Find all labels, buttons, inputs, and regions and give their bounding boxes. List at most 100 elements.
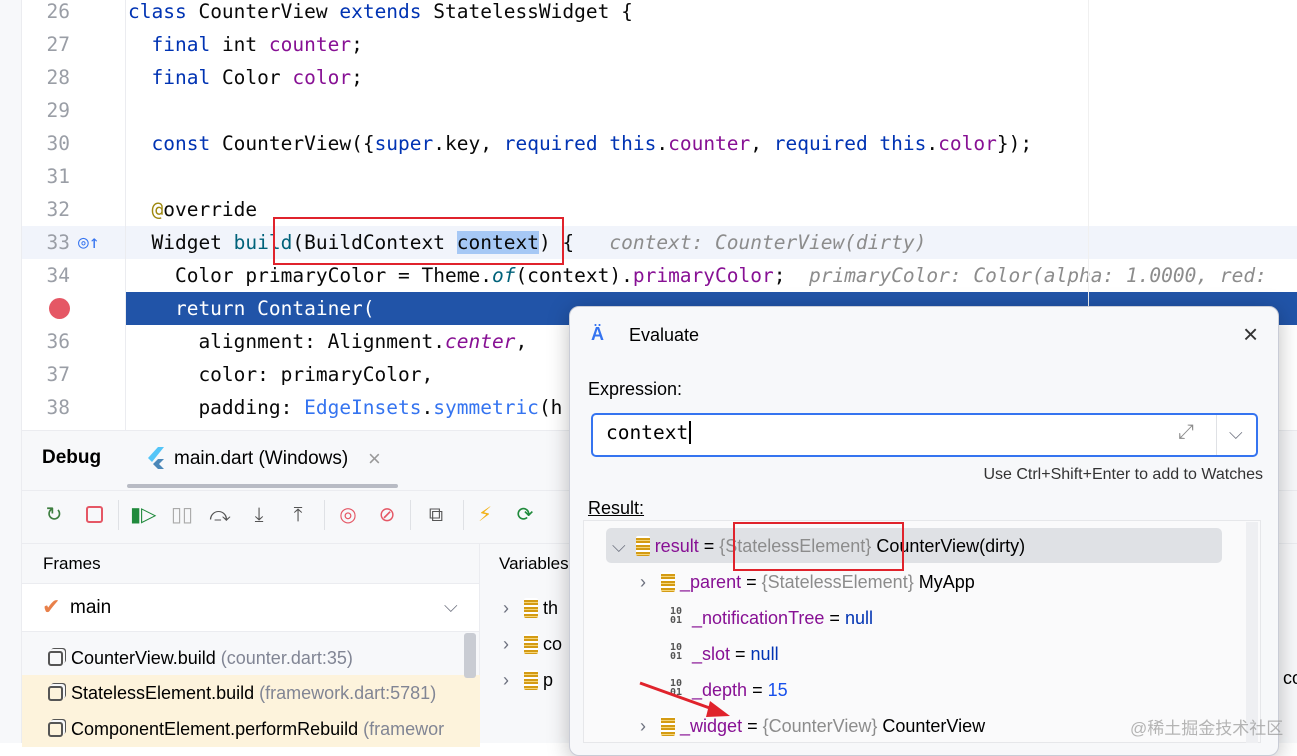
- left-tool-strip: [0, 0, 22, 743]
- annotation-box-build-signature: [273, 217, 564, 265]
- check-icon: ✔: [42, 594, 61, 619]
- pause-icon[interactable]: ▯▯: [170, 503, 194, 527]
- evaluate-icon: Ä: [591, 324, 604, 344]
- code-token: color: primaryColor,: [128, 363, 434, 386]
- dialog-title: Evaluate: [629, 325, 700, 345]
- code-token: class: [128, 0, 199, 23]
- variable-item[interactable]: › co: [503, 626, 562, 662]
- frames-scrollbar[interactable]: [464, 633, 476, 678]
- field-name: _notificationTree: [692, 608, 825, 628]
- close-icon[interactable]: ×: [1243, 319, 1258, 350]
- step-out-icon[interactable]: ⤒: [286, 503, 310, 527]
- line-number: 37: [46, 363, 70, 386]
- chevron-right-icon[interactable]: ›: [503, 598, 509, 618]
- field-name: _parent: [680, 572, 742, 592]
- code-line[interactable]: 28 final Color color;: [22, 61, 1297, 94]
- tree-item-slot[interactable]: 10 01 _slot = null: [670, 636, 779, 672]
- hot-reload-icon[interactable]: ⚡: [473, 503, 497, 527]
- code-line[interactable]: 31: [22, 160, 1297, 193]
- watermark: @稀土掘金技术社区: [1130, 719, 1284, 738]
- field-value: null: [750, 644, 779, 664]
- chevron-right-icon[interactable]: ›: [503, 670, 509, 690]
- thread-name: main: [70, 597, 112, 618]
- field-value: 15: [767, 680, 788, 700]
- frames-header: Frames: [43, 554, 101, 573]
- close-tab-icon[interactable]: ×: [368, 446, 381, 472]
- divider: [463, 500, 464, 530]
- field-value: MyApp: [918, 572, 975, 592]
- code-text: alignment: Alignment.center,: [128, 325, 527, 358]
- view-breakpoints-icon[interactable]: ◎: [336, 503, 360, 527]
- code-token: CounterView({: [221, 132, 375, 155]
- code-token: extends: [339, 0, 434, 23]
- drop-frame-icon[interactable]: ⧉: [424, 503, 448, 527]
- debug-tab-main-dart[interactable]: main.dart (Windows): [174, 448, 348, 470]
- variable-name: co: [543, 634, 563, 654]
- debug-title: Debug: [42, 447, 102, 468]
- frame-item[interactable]: StatelessElement.build (framework.dart:5…: [22, 675, 480, 711]
- code-token: int: [221, 33, 269, 56]
- frame-item[interactable]: CounterView.build (counter.dart:35): [22, 640, 480, 676]
- code-token: context: CounterView(dirty): [609, 231, 927, 254]
- frame-item[interactable]: ComponentElement.performRebuild (framewo…: [22, 711, 480, 747]
- code-token: const: [151, 132, 222, 155]
- code-line[interactable]: 34 Color primaryColor = Theme.of(context…: [22, 259, 1297, 292]
- annotation-arrow: [639, 681, 730, 717]
- step-over-icon[interactable]: ⤼: [208, 503, 232, 527]
- flutter-icon: [146, 446, 166, 470]
- code-token: ,: [750, 132, 774, 155]
- code-token: ,: [515, 330, 528, 353]
- code-line[interactable]: 29: [22, 94, 1297, 127]
- code-token: Widget: [128, 231, 234, 254]
- code-token: ;: [773, 264, 809, 287]
- resume-icon[interactable]: ▮▷: [130, 503, 156, 527]
- code-token: CounterView: [198, 0, 340, 23]
- divider: [118, 500, 119, 530]
- line-number: 28: [46, 66, 70, 89]
- code-line[interactable]: 27 final int counter;: [22, 28, 1297, 61]
- result-name: result: [654, 536, 699, 556]
- line-number: 38: [46, 396, 70, 419]
- history-dropdown-icon[interactable]: ⌵: [1229, 423, 1243, 444]
- hot-restart-icon[interactable]: ⟳: [513, 503, 537, 527]
- tree-item-notification-tree[interactable]: 10 01 _notificationTree = null: [670, 600, 873, 636]
- code-token: .key,: [433, 132, 504, 155]
- stop-icon[interactable]: [82, 503, 106, 527]
- line-number: 30: [46, 132, 70, 155]
- code-token: Color primaryColor = Theme.: [128, 264, 492, 287]
- divider: [410, 500, 411, 530]
- code-token: super: [374, 132, 434, 155]
- result-label: Result:: [588, 498, 645, 518]
- frame-location: (framewor: [363, 719, 445, 739]
- mute-breakpoints-icon[interactable]: ⊘: [375, 503, 399, 527]
- tab-scrollbar[interactable]: [127, 484, 398, 488]
- code-line[interactable]: 33 ◎↑ Widget build(BuildContext context) …: [22, 226, 1297, 259]
- rerun-debug-icon[interactable]: ↻: [42, 503, 66, 527]
- code-token: override: [163, 198, 258, 221]
- code-line[interactable]: 32 @override: [22, 193, 1297, 226]
- expression-label: Expression:: [588, 379, 683, 399]
- expression-value: context: [606, 421, 692, 444]
- code-token: @: [151, 198, 164, 221]
- chevron-right-icon[interactable]: ›: [640, 572, 646, 592]
- override-method-icon[interactable]: ◎↑: [78, 226, 100, 259]
- variable-item[interactable]: › p: [503, 662, 553, 698]
- code-token: alignment: Alignment.: [128, 330, 445, 353]
- expand-icon[interactable]: ⤢: [1178, 421, 1194, 444]
- line-number: 33: [46, 231, 70, 254]
- code-line[interactable]: 30 const CounterView({super.key, require…: [22, 127, 1297, 160]
- variable-item[interactable]: › th: [503, 590, 558, 626]
- code-token: EdgeInsets: [304, 396, 422, 419]
- line-number: 34: [46, 264, 70, 287]
- result-scrollbar[interactable]: [1246, 522, 1258, 743]
- breakpoint-icon[interactable]: [49, 298, 70, 319]
- chevron-down-icon[interactable]: ⌵: [444, 596, 458, 617]
- chevron-down-icon[interactable]: ⌵: [612, 536, 626, 556]
- code-token: required this: [503, 132, 657, 155]
- code-token: color: [292, 66, 352, 89]
- step-into-icon[interactable]: ⤓: [247, 503, 271, 527]
- object-icon: [661, 572, 676, 592]
- code-line[interactable]: 26 class CounterView extends StatelessWid…: [22, 0, 1297, 28]
- code-token: symmetric: [433, 396, 539, 419]
- chevron-right-icon[interactable]: ›: [503, 634, 509, 654]
